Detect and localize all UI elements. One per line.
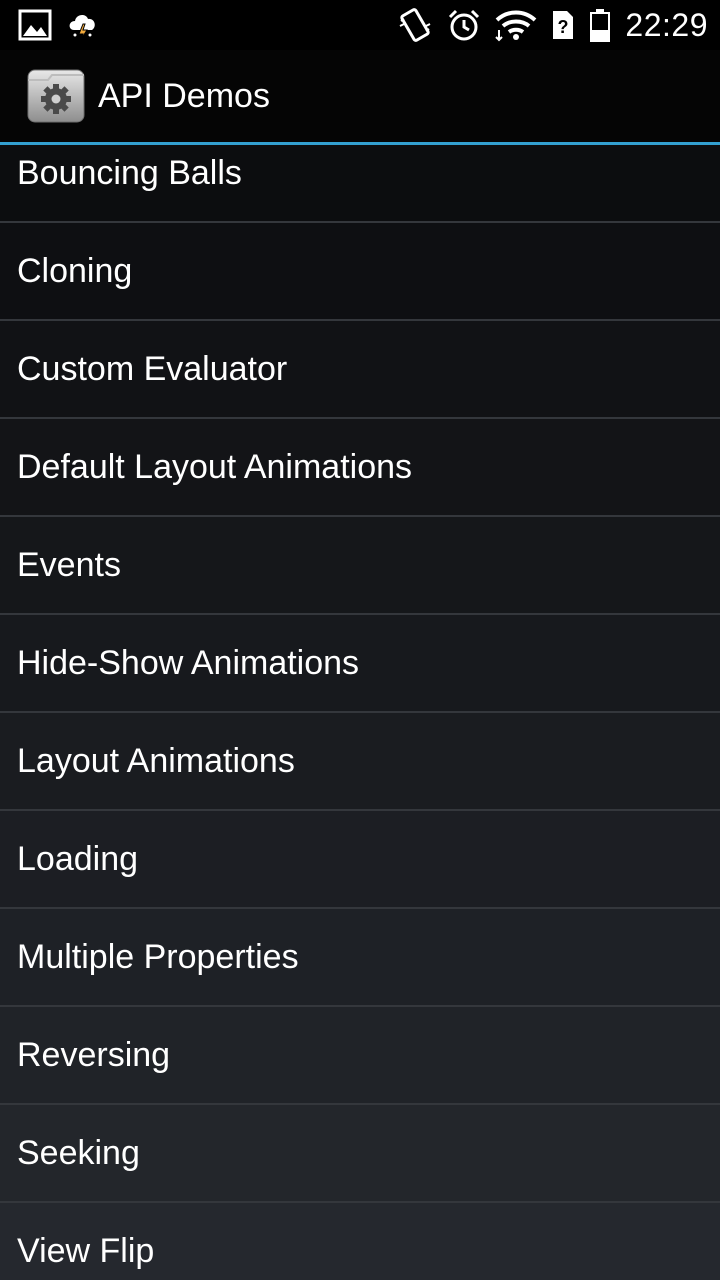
status-time: 22:29 — [625, 6, 708, 43]
status-right-group: ? 22:29 — [397, 7, 708, 44]
list-item[interactable]: Bouncing Balls — [0, 145, 720, 221]
no-sim-icon: ? — [551, 9, 575, 41]
list-item-label: Loading — [17, 839, 139, 878]
battery-icon — [589, 8, 611, 42]
weather-storm-icon — [66, 8, 100, 42]
list-item[interactable]: Seeking — [0, 1105, 720, 1201]
list-item-label: Seeking — [17, 1133, 140, 1172]
list-item[interactable]: View Flip — [0, 1203, 720, 1280]
list-item[interactable]: Events — [0, 517, 720, 613]
status-bar: ? 22:29 — [0, 0, 720, 50]
list-item-label: Cloning — [17, 251, 133, 290]
list-item-label: View Flip — [17, 1231, 155, 1270]
list-item[interactable]: Custom Evaluator — [0, 321, 720, 417]
action-bar: API Demos — [0, 50, 720, 142]
list-item-label: Events — [17, 545, 121, 584]
svg-text:?: ? — [558, 17, 569, 37]
list-item-label: Layout Animations — [17, 741, 295, 780]
list-item-label: Default Layout Animations — [17, 447, 413, 486]
list-item[interactable]: Layout Animations — [0, 713, 720, 809]
wifi-icon — [495, 8, 537, 42]
list-item[interactable]: Hide-Show Animations — [0, 615, 720, 711]
demo-list[interactable]: Bouncing Balls Cloning Custom Evaluator Def… — [0, 145, 720, 1280]
list-item[interactable]: Multiple Properties — [0, 909, 720, 1005]
vibrate-icon — [397, 7, 433, 43]
list-item[interactable]: Cloning — [0, 223, 720, 319]
list-item-label: Reversing — [17, 1035, 171, 1074]
list-item[interactable]: Loading — [0, 811, 720, 907]
list-item-label: Bouncing Balls — [17, 153, 242, 192]
list-item-label: Multiple Properties — [17, 937, 299, 976]
list-item-label: Hide-Show Animations — [17, 643, 360, 682]
app-title: API Demos — [98, 76, 270, 115]
list-item[interactable]: Default Layout Animations — [0, 419, 720, 515]
gallery-icon — [18, 8, 52, 42]
list-item[interactable]: Reversing — [0, 1007, 720, 1103]
status-left-group — [18, 8, 100, 42]
alarm-icon — [447, 8, 481, 42]
settings-folder-icon[interactable] — [26, 66, 86, 126]
list-item-label: Custom Evaluator — [17, 349, 288, 388]
